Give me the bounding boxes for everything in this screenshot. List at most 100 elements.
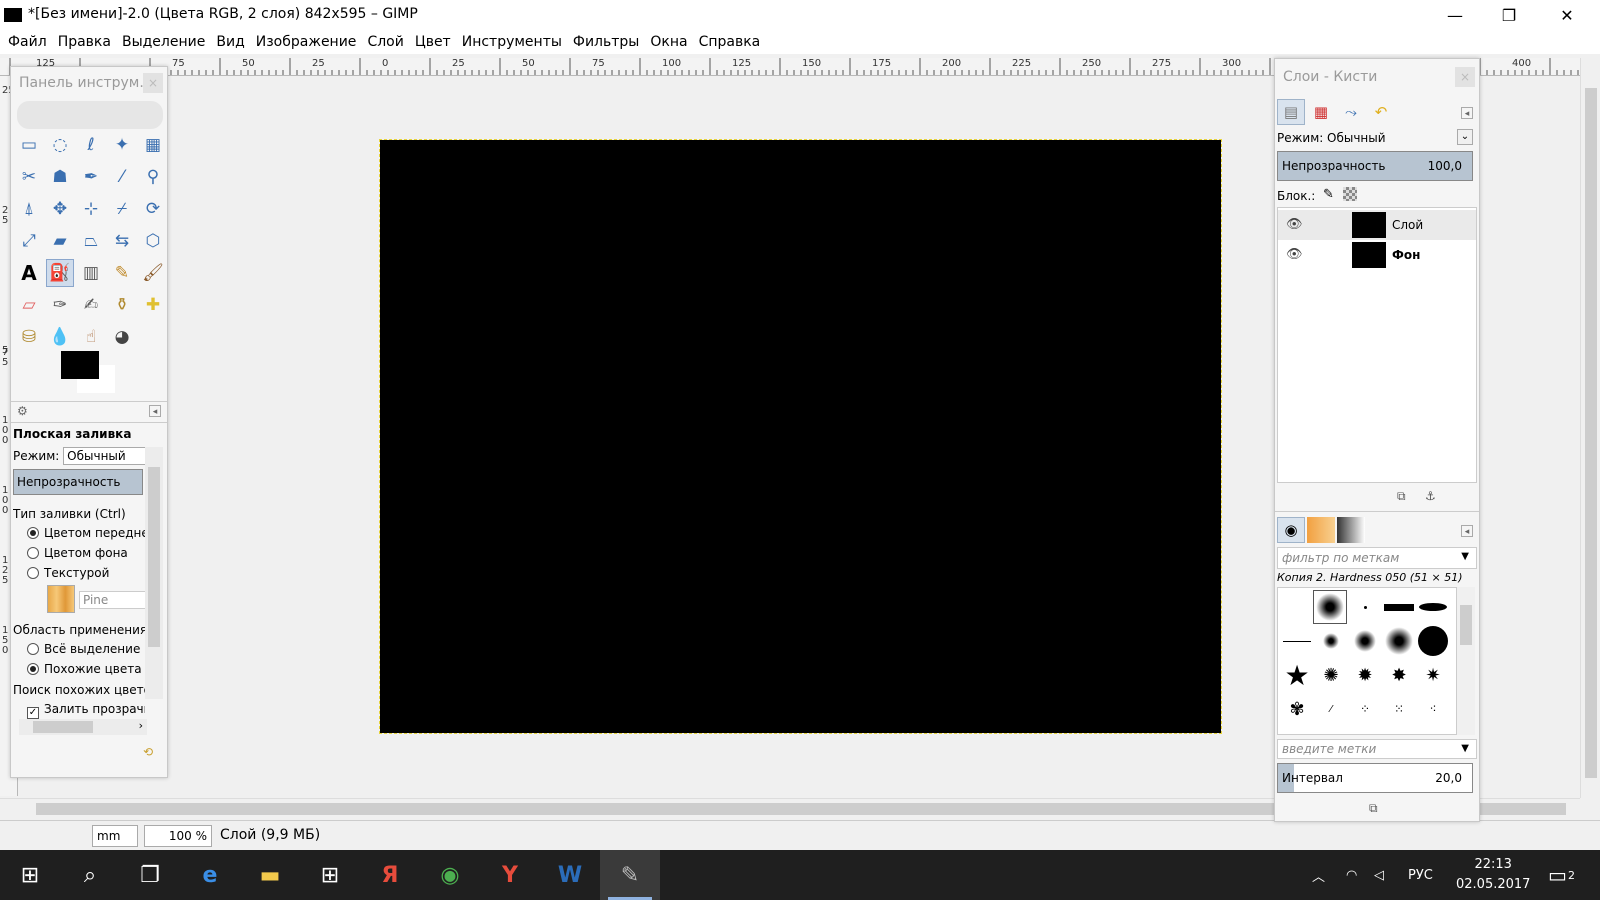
rect-select-icon[interactable]: ▭	[15, 131, 43, 159]
paintbrush-icon[interactable]: 🖌	[139, 259, 167, 287]
perspective-icon[interactable]: ⏢	[77, 227, 105, 255]
move-icon[interactable]: ✥	[46, 195, 74, 223]
brush-item[interactable]: ✹	[1348, 658, 1382, 692]
blur-icon[interactable]: 💧	[46, 323, 74, 351]
cage-icon[interactable]: ⬡	[139, 227, 167, 255]
layers-tab-icon[interactable]: ▤	[1277, 99, 1305, 125]
tab-menu-icon[interactable]: ◂	[1461, 107, 1473, 119]
brush-item[interactable]: ⁖	[1416, 692, 1450, 726]
layer-row[interactable]: 👁 Слой	[1278, 210, 1476, 240]
gradient-icon[interactable]: ▥	[77, 259, 105, 287]
rotate-icon[interactable]: ⟳	[139, 195, 167, 223]
network-icon[interactable]: ◠	[1346, 850, 1357, 900]
scissors-icon[interactable]: ✂	[15, 163, 43, 191]
brush-item[interactable]	[1348, 590, 1382, 624]
heal-icon[interactable]: ✚	[139, 291, 167, 319]
fuzzy-select-icon[interactable]: ✦	[108, 131, 136, 159]
menu-tools[interactable]: Инструменты	[462, 34, 562, 50]
pencil-icon[interactable]: ✎	[108, 259, 136, 287]
fill-transparent-option[interactable]: ✓ Залить прозрачн	[27, 702, 145, 719]
fill-fg-option[interactable]: Цветом переднег	[27, 526, 145, 540]
brush-item[interactable]	[1313, 590, 1347, 624]
brush-item[interactable]	[1280, 624, 1314, 658]
perspective-clone-icon[interactable]: ⛁	[15, 323, 43, 351]
patterns-tab-icon[interactable]	[1307, 517, 1335, 543]
area-all-option[interactable]: Всё выделение	[27, 642, 140, 656]
chevron-up-icon[interactable]: ︿	[1312, 850, 1325, 900]
close-icon[interactable]: ×	[1455, 67, 1475, 87]
dodge-burn-icon[interactable]: ◕	[108, 323, 136, 351]
menu-help[interactable]: Справка	[699, 34, 761, 50]
menu-view[interactable]: Вид	[216, 34, 244, 50]
volume-icon[interactable]: ◁	[1374, 850, 1384, 900]
clock[interactable]: 22:13 02.05.2017	[1456, 850, 1530, 900]
paths-tab-icon[interactable]: ⤳	[1337, 99, 1365, 125]
brush-item[interactable]: ✺	[1314, 658, 1348, 692]
edge-icon[interactable]: e	[180, 850, 240, 900]
vertical-scrollbar[interactable]	[1580, 58, 1600, 798]
spacing-slider[interactable]: Интервал 20,0	[1277, 763, 1473, 793]
smudge-icon[interactable]: ☝	[77, 323, 105, 351]
restore-defaults-icon[interactable]: ⟲	[143, 745, 153, 759]
zoom-select[interactable]: 100 %	[144, 825, 212, 847]
chevron-down-icon[interactable]: ▼	[1461, 551, 1469, 562]
text-icon[interactable]: A	[15, 259, 43, 287]
scale-icon[interactable]: ⤢	[15, 227, 43, 255]
task-view-icon[interactable]: ❐	[120, 850, 180, 900]
flip-icon[interactable]: ⇆	[108, 227, 136, 255]
lasso-icon[interactable]: ℓ	[77, 131, 105, 159]
crop-icon[interactable]: ⌿	[108, 195, 136, 223]
brush-item[interactable]	[1416, 624, 1450, 658]
brush-item[interactable]	[1314, 624, 1348, 658]
undo-history-tab-icon[interactable]: ↶	[1367, 99, 1395, 125]
eye-icon[interactable]: 👁	[1286, 217, 1303, 232]
brush-item[interactable]: ⁙	[1382, 692, 1416, 726]
measure-icon[interactable]: ⍋	[15, 195, 43, 223]
notifications-icon[interactable]: ▭	[1548, 850, 1567, 900]
color-swatches[interactable]	[61, 351, 121, 397]
word-icon[interactable]: W	[540, 850, 600, 900]
fill-bg-option[interactable]: Цветом фона	[27, 546, 128, 560]
menu-colors[interactable]: Цвет	[415, 34, 451, 50]
brush-item[interactable]: ★	[1280, 658, 1314, 692]
airbrush-icon[interactable]: ✑	[46, 291, 74, 319]
brush-item[interactable]: ✸	[1382, 658, 1416, 692]
chevron-down-icon[interactable]: ▼	[1461, 743, 1469, 754]
foreground-select-icon[interactable]: ☗	[46, 163, 74, 191]
pattern-name[interactable]: Pine	[79, 591, 145, 609]
brush-item[interactable]: ✾	[1280, 692, 1314, 726]
eraser-icon[interactable]: ▱	[15, 291, 43, 319]
menu-layer[interactable]: Слой	[367, 34, 403, 50]
gimp-taskbar-icon[interactable]: ✎	[600, 850, 660, 900]
file-explorer-icon[interactable]: ▬	[240, 850, 300, 900]
search-icon[interactable]: ⌕	[60, 850, 120, 900]
menu-windows[interactable]: Окна	[650, 34, 687, 50]
brushes-tab-icon[interactable]: ◉	[1277, 517, 1305, 543]
scrollbar-thumb[interactable]	[33, 721, 93, 733]
tags-input[interactable]: введите метки	[1277, 739, 1477, 759]
scrollbar-thumb[interactable]	[1585, 88, 1597, 778]
ellipse-select-icon[interactable]: ◌	[46, 131, 74, 159]
menu-filters[interactable]: Фильтры	[573, 34, 639, 50]
brush-item[interactable]	[1382, 590, 1416, 624]
tab-menu-icon[interactable]: ◂	[149, 405, 161, 417]
maximize-button[interactable]: ❐	[1486, 0, 1532, 30]
radio-icon[interactable]	[27, 663, 39, 675]
brush-item[interactable]	[1416, 590, 1450, 624]
image-canvas[interactable]	[379, 139, 1222, 734]
bucket-fill-icon[interactable]: ⛽	[46, 259, 74, 287]
gradients-tab-icon[interactable]	[1337, 517, 1365, 543]
brush-item[interactable]: ✷	[1416, 658, 1450, 692]
brush-filter-input[interactable]: фильтр по меткам	[1277, 547, 1477, 569]
options-scrollbar[interactable]	[145, 447, 163, 699]
brush-item[interactable]	[1348, 624, 1382, 658]
opacity-slider[interactable]: Непрозрачность	[13, 469, 143, 495]
radio-icon[interactable]	[27, 527, 39, 539]
layer-mode-value[interactable]: Обычный	[1327, 131, 1386, 145]
brush-item[interactable]	[1382, 624, 1416, 658]
yandex-browser-icon[interactable]: Я	[360, 850, 420, 900]
lock-alpha-icon[interactable]	[1343, 187, 1357, 201]
radio-icon[interactable]	[27, 547, 39, 559]
chevron-down-icon[interactable]: ⌄	[1457, 129, 1473, 145]
windows-start-icon[interactable]: ⊞	[0, 850, 60, 900]
